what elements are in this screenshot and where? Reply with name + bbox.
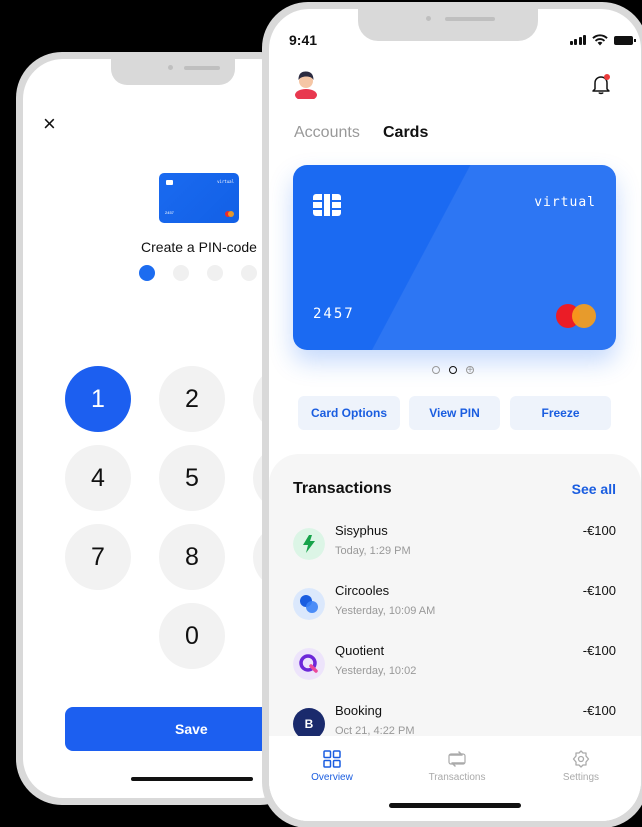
see-all-link[interactable]: See all: [572, 481, 616, 497]
keypad-key-7[interactable]: 7: [65, 524, 131, 590]
keypad-key-1[interactable]: 1: [65, 366, 131, 432]
wifi-icon: [592, 34, 608, 46]
keypad-key-0[interactable]: 0: [159, 603, 225, 669]
bell-icon[interactable]: [591, 73, 611, 95]
phone-notch: [358, 9, 538, 41]
transaction-row[interactable]: Circooles Yesterday, 10:09 AM -€100: [293, 583, 616, 627]
virtual-card[interactable]: virtual 2457: [293, 165, 616, 350]
card-thumbnail: virtual 2457: [159, 173, 239, 223]
freeze-button[interactable]: Freeze: [510, 396, 611, 430]
tab-label: Settings: [562, 772, 600, 783]
pin-dot: [241, 265, 257, 281]
card-chip-icon: [313, 194, 341, 216]
transaction-amount: -€100: [582, 583, 616, 598]
keypad-key-8[interactable]: 8: [159, 524, 225, 590]
transactions-title: Transactions: [293, 480, 392, 497]
home-indicator[interactable]: [131, 777, 253, 781]
card-options-button[interactable]: Card Options: [298, 396, 400, 430]
pin-title: Create a PIN-code: [141, 239, 257, 255]
signal-icon: [569, 35, 586, 45]
tab-label: Overview: [311, 772, 353, 783]
tab-accounts[interactable]: Accounts: [294, 124, 360, 142]
cards-screen: 9:41 Accounts Cards virtual 2457 + Card …: [269, 9, 641, 821]
transaction-name: Circooles: [335, 583, 390, 598]
home-indicator[interactable]: [389, 803, 521, 808]
gear-icon: [572, 750, 590, 768]
card-pager[interactable]: +: [432, 366, 474, 376]
sisyphus-logo-icon: [293, 528, 325, 560]
view-pin-button[interactable]: View PIN: [409, 396, 500, 430]
transaction-row[interactable]: Quotient Yesterday, 10:02 -€100: [293, 643, 616, 687]
transaction-name: Quotient: [335, 643, 385, 658]
keypad-key-5[interactable]: 5: [159, 445, 225, 511]
cards-phone: 9:41 Accounts Cards virtual 2457 + Card …: [262, 2, 642, 827]
battery-icon: [614, 35, 636, 45]
phone-notch: [111, 59, 235, 85]
transaction-amount: -€100: [582, 643, 616, 658]
pager-dot-current[interactable]: [449, 366, 457, 374]
pin-screen: × virtual 2457 Create a PIN-code 1 2 3 4…: [23, 59, 299, 798]
transaction-amount: -€100: [582, 703, 616, 718]
transaction-name: Sisyphus: [335, 523, 388, 538]
transfer-icon: [448, 751, 466, 767]
transaction-name: Booking: [335, 703, 382, 718]
transaction-time: Yesterday, 10:02: [335, 665, 417, 677]
status-time: 9:41: [289, 32, 318, 48]
tab-cards[interactable]: Cards: [383, 124, 428, 142]
bottom-tab-bar: Overview Transactions Settings: [269, 736, 641, 821]
mastercard-icon: [556, 304, 596, 328]
add-card-icon[interactable]: +: [466, 366, 474, 376]
pager-dot[interactable]: [432, 366, 440, 374]
pin-progress: [139, 265, 257, 281]
tab-overview[interactable]: Overview: [282, 750, 382, 783]
status-icons: [569, 34, 636, 46]
card-number: 2457: [313, 306, 355, 322]
transaction-time: Yesterday, 10:09 AM: [335, 605, 436, 617]
circooles-logo-icon: [293, 588, 325, 620]
keypad-key-2[interactable]: 2: [159, 366, 225, 432]
pin-dot: [139, 265, 155, 281]
transaction-time: Today, 1:29 PM: [335, 545, 411, 557]
grid-icon: [323, 750, 341, 768]
tab-label: Transactions: [428, 772, 486, 783]
card-type-label: virtual: [534, 195, 596, 210]
card-type-label: virtual: [217, 179, 234, 184]
pin-dot: [173, 265, 189, 281]
tab-transactions[interactable]: Transactions: [407, 750, 507, 783]
transaction-row[interactable]: Sisyphus Today, 1:29 PM -€100: [293, 523, 616, 567]
keypad-key-4[interactable]: 4: [65, 445, 131, 511]
quotient-logo-icon: [293, 648, 325, 680]
pin-dot: [207, 265, 223, 281]
card-number: 2457: [165, 210, 174, 215]
avatar[interactable]: [293, 69, 319, 99]
card-chip-icon: [166, 180, 173, 185]
close-icon[interactable]: ×: [43, 113, 65, 135]
transaction-amount: -€100: [582, 523, 616, 538]
tab-settings[interactable]: Settings: [531, 750, 631, 783]
